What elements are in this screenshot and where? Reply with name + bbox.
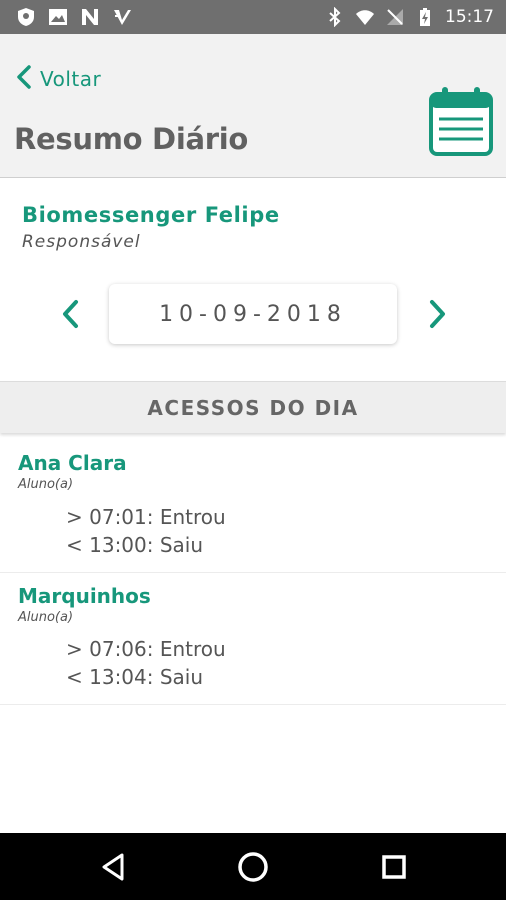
user-name: Biomessenger Felipe bbox=[22, 203, 280, 227]
student-name: Marquinhos bbox=[18, 584, 151, 608]
student-name: Ana Clara bbox=[18, 451, 127, 475]
entry-event: > 07:06: Entrou bbox=[66, 637, 226, 661]
bluetooth-icon bbox=[325, 6, 345, 28]
wifi-icon bbox=[355, 7, 375, 27]
back-triangle-icon bbox=[96, 853, 130, 888]
back-label: Voltar bbox=[40, 67, 102, 91]
navigation-bar bbox=[0, 833, 506, 900]
calendar-icon bbox=[428, 87, 494, 161]
recents-square-icon bbox=[377, 855, 411, 888]
chevron-right-icon bbox=[424, 300, 450, 334]
status-bar: 15:17 bbox=[0, 0, 506, 34]
status-right-icons: 15:17 bbox=[325, 6, 494, 28]
list-item[interactable]: Ana Clara Aluno(a) > 07:01: Entrou < 13:… bbox=[0, 433, 506, 573]
section-title: ACESSOS DO DIA bbox=[147, 395, 359, 420]
entry-event: > 07:01: Entrou bbox=[66, 505, 226, 529]
chevron-left-icon bbox=[58, 300, 84, 334]
chevron-left-icon bbox=[14, 64, 40, 94]
image-icon bbox=[48, 7, 68, 27]
status-time: 15:17 bbox=[445, 7, 494, 27]
signal-off-icon bbox=[385, 7, 405, 27]
student-role: Aluno(a) bbox=[18, 610, 74, 625]
nav-recents-button[interactable] bbox=[377, 850, 411, 884]
calendar-button[interactable] bbox=[428, 85, 494, 157]
home-circle-icon bbox=[236, 852, 270, 888]
student-role: Aluno(a) bbox=[18, 477, 74, 492]
section-header: ACESSOS DO DIA bbox=[0, 381, 506, 433]
shield-icon bbox=[16, 7, 36, 27]
app-header: Voltar Resumo Diário bbox=[0, 34, 506, 178]
exit-event: < 13:00: Saiu bbox=[66, 533, 204, 557]
previous-date-button[interactable] bbox=[58, 298, 84, 330]
exit-event: < 13:04: Saiu bbox=[66, 665, 204, 689]
next-date-button[interactable] bbox=[424, 298, 450, 330]
n-logo-icon bbox=[80, 7, 100, 27]
checkmark-badge-icon bbox=[112, 7, 132, 27]
battery-charging-icon bbox=[415, 7, 435, 27]
list-item[interactable]: Marquinhos Aluno(a) > 07:06: Entrou < 13… bbox=[0, 573, 506, 705]
date-field[interactable]: 10-09-2018 bbox=[109, 284, 397, 344]
page-title: Resumo Diário bbox=[14, 122, 248, 156]
nav-home-button[interactable] bbox=[236, 850, 270, 884]
status-left-icons bbox=[16, 7, 132, 27]
back-button[interactable]: Voltar bbox=[14, 64, 101, 94]
user-role: Responsável bbox=[22, 232, 141, 252]
nav-back-button[interactable] bbox=[96, 850, 130, 884]
